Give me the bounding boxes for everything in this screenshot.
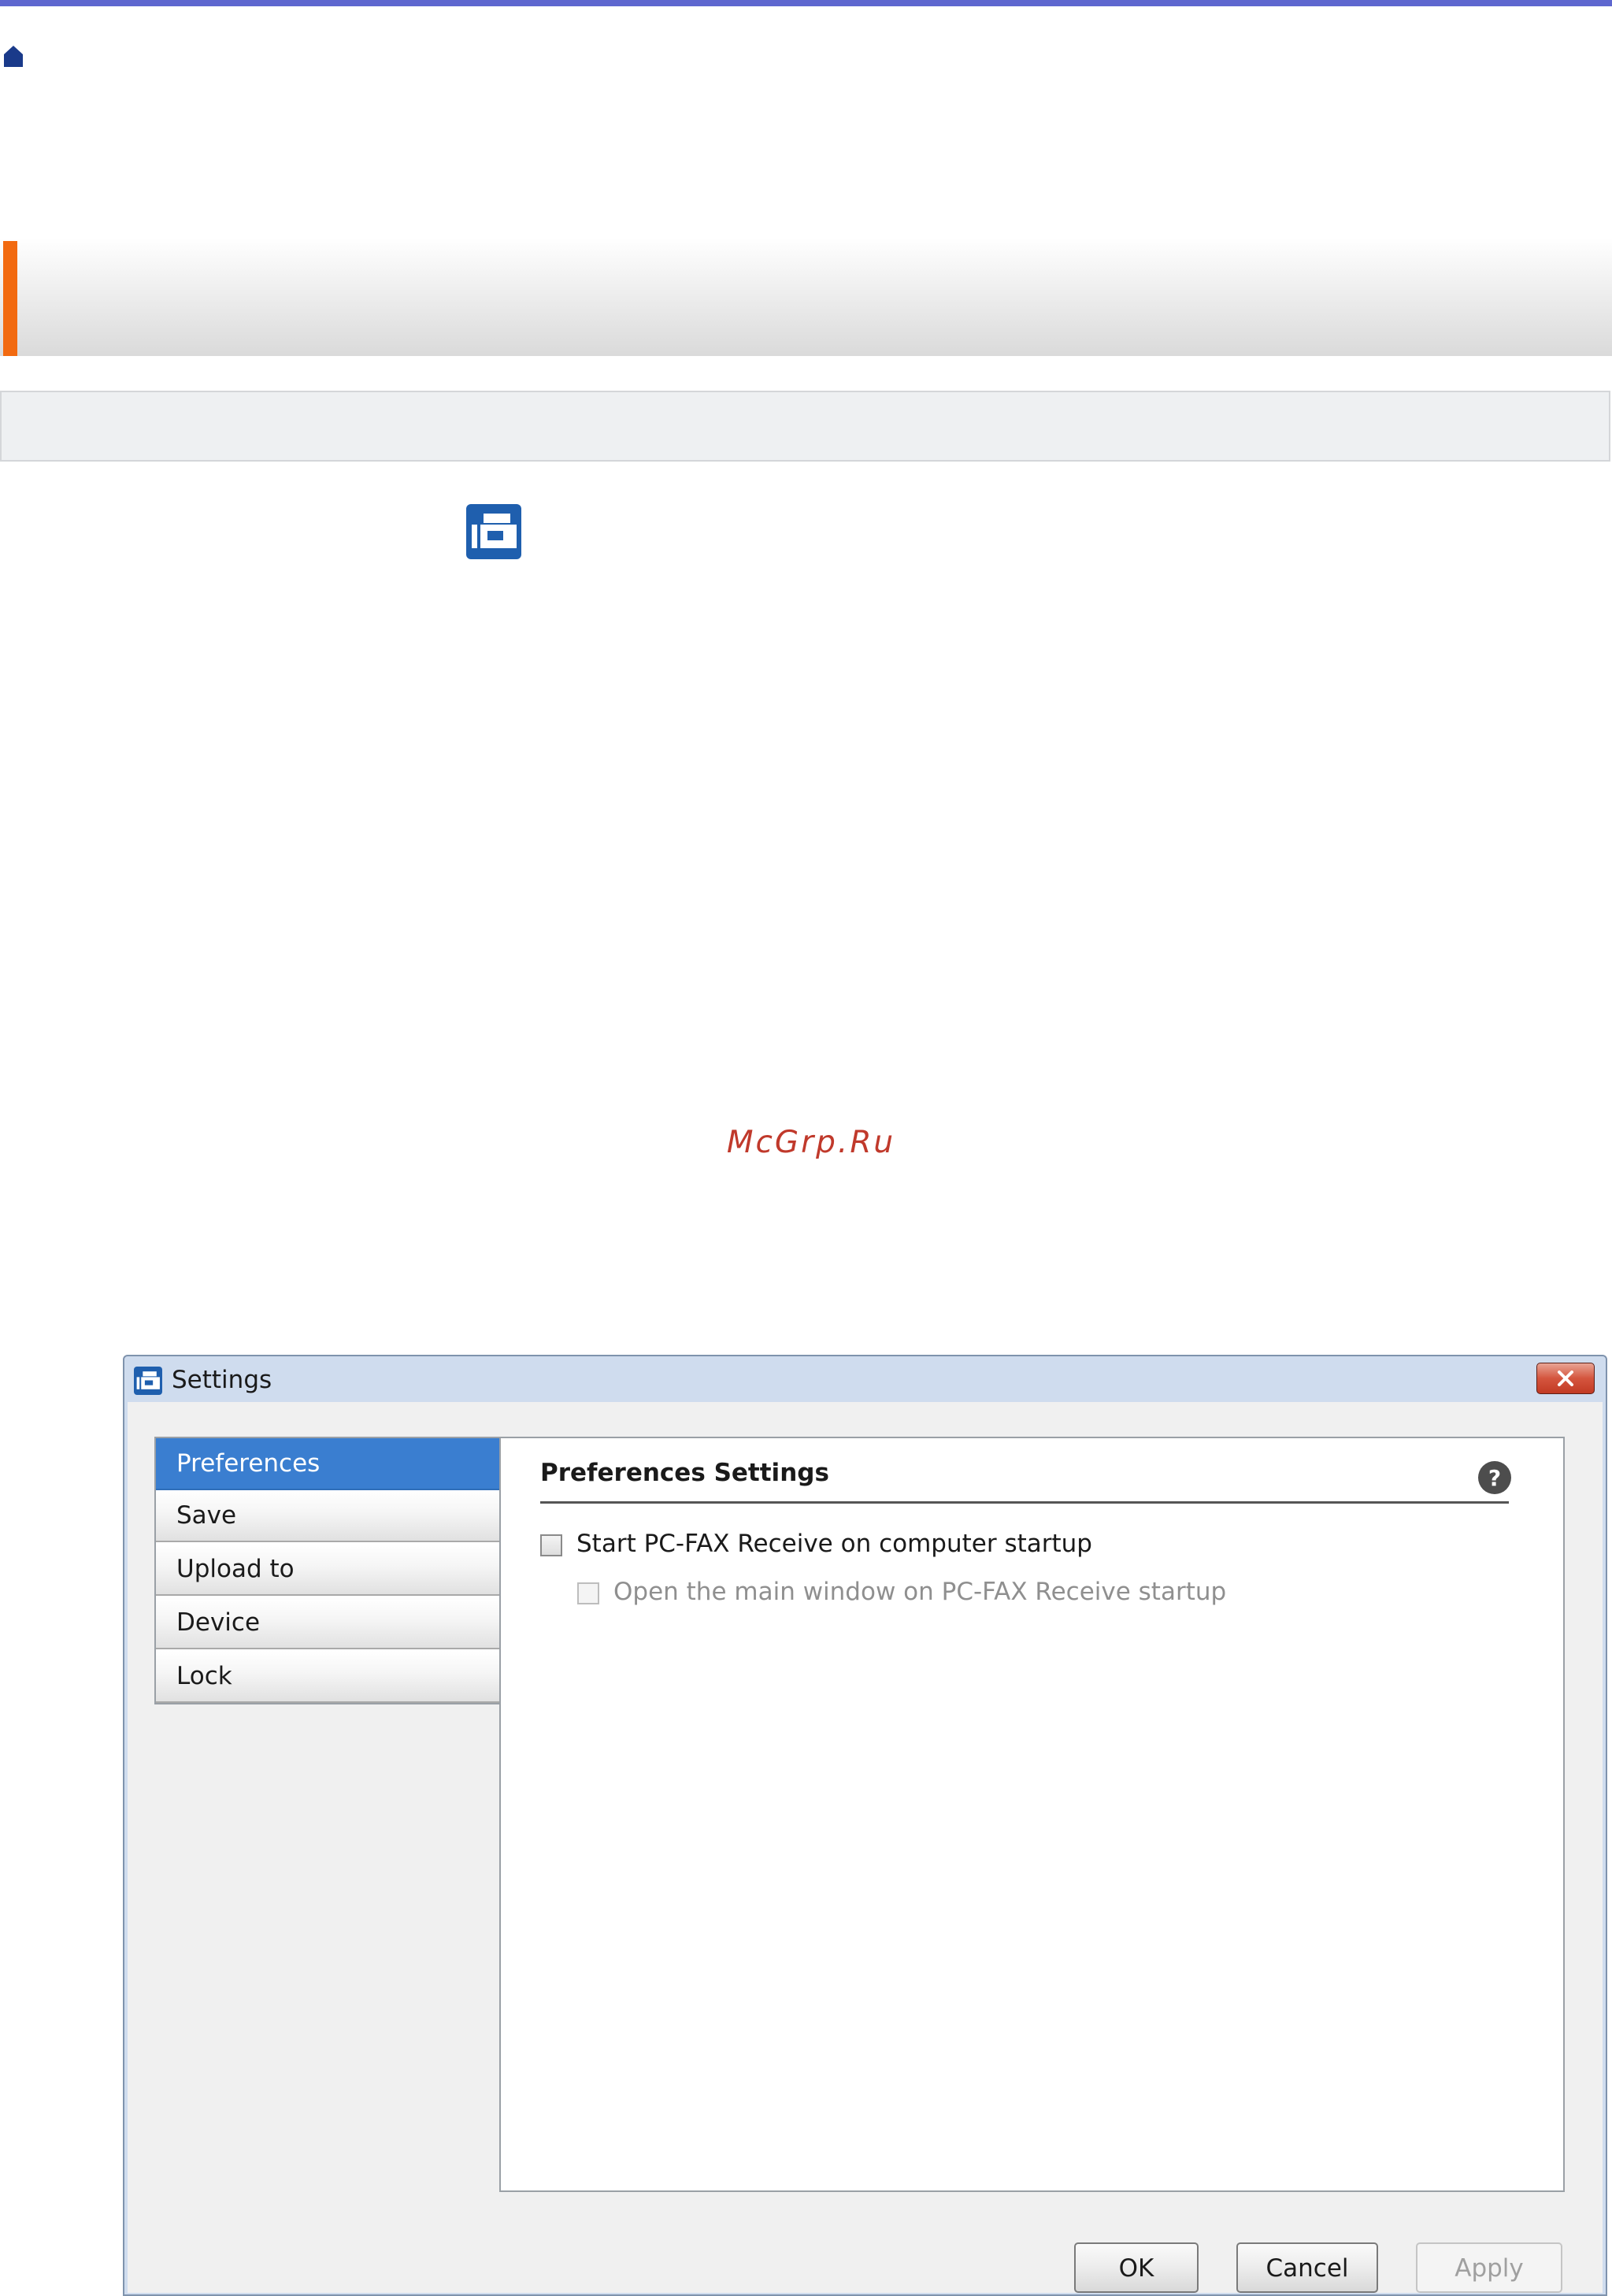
nav-item-save[interactable]: Save (156, 1490, 499, 1542)
nav-item-upload-to[interactable]: Upload to (156, 1544, 499, 1596)
dialog-titlebar[interactable]: Settings (124, 1356, 1606, 1404)
pc-fax-receive-icon (466, 504, 521, 559)
start-on-startup-label: Start PC-FAX Receive on computer startup (576, 1530, 1092, 1558)
panel-title: Preferences Settings (540, 1459, 829, 1487)
start-on-startup-checkbox[interactable] (540, 1534, 562, 1556)
watermark: McGrp.Ru (726, 1125, 896, 1160)
ok-button[interactable]: OK (1074, 2242, 1199, 2293)
top-rule (0, 0, 1612, 6)
apply-button: Apply (1416, 2242, 1562, 2293)
nav-item-preferences[interactable]: Preferences (156, 1438, 499, 1490)
close-icon (1558, 1371, 1573, 1386)
nav-item-device[interactable]: Device (156, 1597, 499, 1649)
open-main-window-label: Open the main window on PC-FAX Receive s… (613, 1578, 1227, 1606)
home-icon[interactable] (3, 44, 24, 68)
panel-title-divider (540, 1501, 1509, 1504)
nav-item-lock[interactable]: Lock (156, 1651, 499, 1703)
pc-fax-receive-icon (134, 1367, 162, 1395)
preferences-panel: Preferences Settings ? Start PC-FAX Rece… (499, 1437, 1565, 2192)
section-heading-accent (3, 241, 17, 356)
settings-dialog: Settings Preferences Save Upload to Devi… (123, 1355, 1607, 2296)
settings-nav: Preferences Save Upload to Device Lock (154, 1437, 501, 1704)
help-icon[interactable]: ? (1477, 1460, 1512, 1495)
dialog-title: Settings (172, 1366, 272, 1394)
section-heading-band (0, 238, 1612, 356)
close-button[interactable] (1536, 1363, 1595, 1394)
cancel-button[interactable]: Cancel (1236, 2242, 1378, 2293)
open-main-window-checkbox (577, 1582, 599, 1604)
dialog-client-area: Preferences Save Upload to Device Lock P… (128, 1402, 1603, 2293)
svg-text:?: ? (1488, 1465, 1501, 1491)
note-box (0, 391, 1610, 462)
